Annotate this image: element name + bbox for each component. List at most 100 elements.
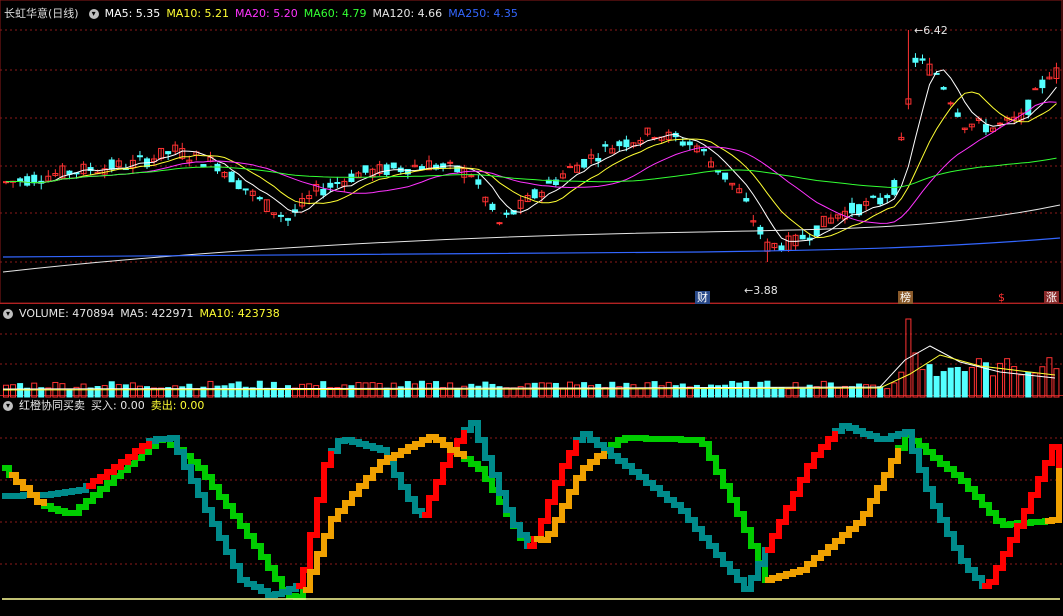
volume-bar bbox=[926, 364, 933, 398]
volume-bar bbox=[144, 386, 150, 398]
event-tag-rank[interactable]: 榜 bbox=[898, 291, 913, 304]
volume-bar bbox=[376, 382, 383, 398]
settings-circle-icon[interactable]: ▾ bbox=[88, 9, 99, 19]
volume-bar bbox=[362, 382, 369, 398]
candle-body bbox=[327, 182, 334, 188]
volume-bar bbox=[771, 387, 778, 398]
indicator-settings-icon[interactable]: ▾ bbox=[3, 401, 13, 411]
candle-body bbox=[362, 165, 369, 173]
volume-bar bbox=[581, 382, 588, 398]
ma60-label: MA60: 4.79 bbox=[303, 7, 367, 20]
event-tag-limit-up[interactable]: 涨 bbox=[1044, 291, 1059, 304]
indicator-red-segment bbox=[296, 451, 334, 589]
volume-bar bbox=[961, 371, 968, 398]
candle-body bbox=[200, 164, 207, 167]
candle-body bbox=[870, 195, 877, 198]
volume-bar bbox=[489, 383, 496, 398]
volume-bar bbox=[623, 382, 630, 398]
candle-body bbox=[919, 58, 926, 61]
volume-bar bbox=[898, 371, 905, 398]
candle-body bbox=[136, 155, 143, 158]
candle-body bbox=[912, 57, 919, 63]
candle-body bbox=[982, 124, 989, 133]
volume-bar bbox=[1018, 374, 1025, 398]
candle-body bbox=[722, 172, 729, 180]
candle-body bbox=[1039, 79, 1046, 89]
event-tag-finance[interactable]: 财 bbox=[695, 291, 710, 304]
volume-ma10-label: MA10: 423738 bbox=[199, 307, 280, 320]
volume-bar bbox=[757, 381, 764, 398]
volume-bar bbox=[778, 387, 785, 398]
candle-body bbox=[334, 182, 341, 185]
low-price-value: 3.88 bbox=[753, 284, 778, 297]
volume-bar bbox=[552, 382, 559, 398]
candle-body bbox=[108, 159, 115, 170]
candle-body bbox=[214, 163, 221, 172]
volume-bar bbox=[729, 380, 736, 398]
volume-bar bbox=[1011, 366, 1018, 398]
volume-bar bbox=[468, 383, 475, 398]
high-price-marker: ←6.42 bbox=[914, 24, 948, 37]
candle-body bbox=[849, 202, 855, 214]
volume-panel-header: ▾ VOLUME: 470894 MA5: 422971 MA10: 423738 bbox=[0, 306, 286, 322]
candle-body bbox=[877, 197, 884, 205]
candle-body bbox=[813, 225, 820, 236]
volume-bar bbox=[799, 388, 806, 398]
volume-bar bbox=[348, 385, 355, 398]
candle-body bbox=[686, 141, 693, 146]
volume-bar bbox=[736, 382, 743, 398]
volume-bar bbox=[1032, 372, 1039, 398]
volume-bar bbox=[940, 371, 947, 398]
candle-body bbox=[165, 151, 172, 155]
ma120-label: MA120: 4.66 bbox=[372, 7, 443, 20]
volume-bar bbox=[122, 384, 129, 398]
ma250-label: MA250: 4.35 bbox=[448, 7, 518, 20]
volume-bar bbox=[285, 385, 291, 398]
volume-bar bbox=[94, 386, 101, 398]
candle-body bbox=[531, 189, 538, 199]
volume-bar bbox=[644, 382, 651, 398]
event-tag-dollar[interactable]: $ bbox=[996, 291, 1007, 304]
volume-bar bbox=[990, 375, 996, 398]
candle-body bbox=[235, 180, 242, 190]
candle-body bbox=[595, 157, 602, 162]
chart-window[interactable]: 长虹华意(日线) ▾ MA5: 5.35 MA10: 5.21 MA20: 5.20 MA… bbox=[0, 0, 1063, 616]
volume-bar bbox=[750, 388, 757, 398]
candle-body bbox=[489, 203, 496, 210]
volume-bar bbox=[609, 381, 616, 398]
volume-bar bbox=[743, 381, 750, 398]
volume-bar bbox=[792, 382, 799, 398]
candle-body bbox=[24, 176, 31, 186]
volume-bar bbox=[1025, 372, 1032, 398]
candle-body bbox=[256, 197, 263, 200]
volume-bar bbox=[531, 382, 538, 398]
volume-bar bbox=[679, 383, 686, 398]
candle-body bbox=[623, 139, 630, 148]
volume-bar bbox=[708, 384, 714, 398]
volume-settings-icon[interactable]: ▾ bbox=[3, 309, 13, 319]
candle-body bbox=[581, 158, 588, 168]
volume-bar bbox=[820, 380, 827, 398]
candle-body bbox=[496, 222, 503, 225]
high-price-value: 6.42 bbox=[923, 24, 948, 37]
indicator-name: 红橙协同买卖 bbox=[19, 399, 85, 412]
volume-bar bbox=[665, 381, 672, 398]
candle-body bbox=[700, 149, 707, 152]
volume-bar bbox=[722, 384, 729, 398]
volume-bar bbox=[454, 388, 461, 398]
ma10-label: MA10: 5.21 bbox=[166, 7, 230, 20]
indicator-red-segment bbox=[86, 441, 152, 489]
candle-body bbox=[447, 161, 454, 164]
candle-body bbox=[778, 245, 785, 251]
volume-bar bbox=[214, 385, 221, 398]
indicator-panel-header: ▾ 红橙协同买卖 买入: 0.00 卖出: 0.00 bbox=[0, 398, 210, 414]
candle-body bbox=[390, 162, 397, 169]
volume-bar bbox=[891, 382, 898, 398]
volume-bar bbox=[856, 383, 863, 398]
indicator-sell-label: 卖出: 0.00 bbox=[150, 399, 205, 412]
candle-body bbox=[242, 188, 249, 191]
stock-title[interactable]: 长虹华意(日线) bbox=[4, 7, 79, 20]
volume-bar bbox=[228, 383, 235, 398]
candle-body bbox=[884, 195, 891, 199]
volume-bar bbox=[390, 382, 397, 398]
